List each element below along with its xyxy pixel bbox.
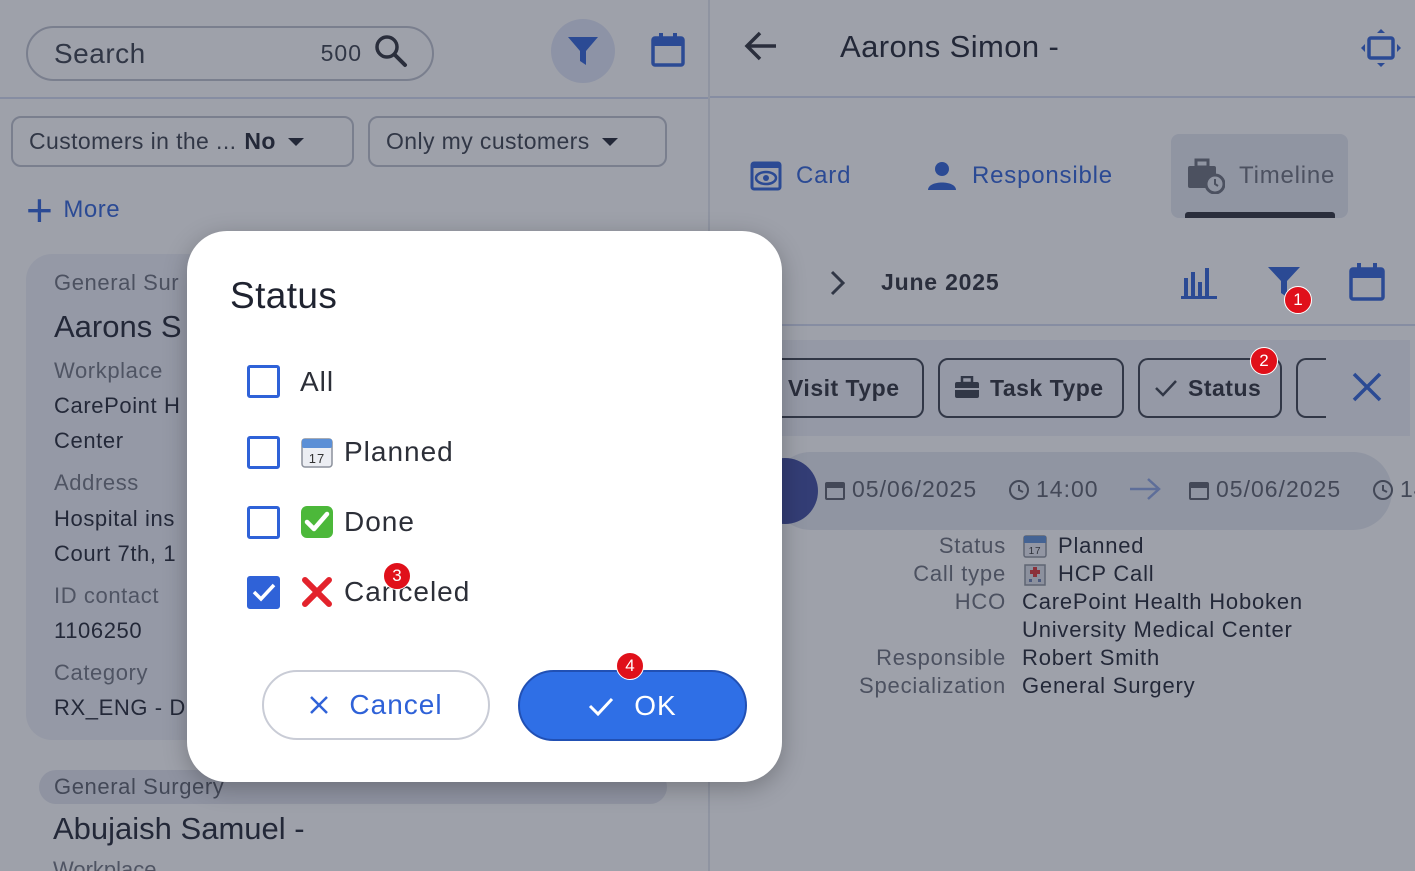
svg-text:17: 17 [309,451,325,466]
check-icon [588,696,614,716]
calendar-emoji-icon: 17 [300,435,334,469]
ok-button[interactable]: OK [518,670,747,741]
checkbox[interactable] [247,435,280,469]
check-mark-emoji-icon [300,505,334,539]
step-badge: 3 [383,562,411,590]
option-label: Done [344,506,415,537]
checkbox[interactable] [247,505,280,539]
option-done[interactable]: Done [247,505,415,539]
option-planned[interactable]: 17 Planned [247,435,454,469]
status-filter-dialog: Status All 17 Planned Done Canceled Canc… [187,231,782,782]
step-badge: 4 [616,652,644,680]
option-all[interactable]: All [247,365,334,398]
option-canceled[interactable]: Canceled [247,575,470,609]
ok-label: OK [634,689,677,721]
option-label: All [300,365,335,397]
check-icon [252,583,275,602]
cross-mark-emoji-icon [300,575,334,609]
close-icon [309,695,329,715]
checkbox-checked[interactable] [247,575,280,609]
cancel-button[interactable]: Cancel [262,670,490,740]
dialog-title: Status [230,275,338,316]
option-label: Planned [344,436,454,467]
step-badge: 2 [1250,347,1278,375]
checkbox[interactable] [247,365,280,398]
step-badge: 1 [1284,286,1312,314]
cancel-label: Cancel [349,689,443,720]
